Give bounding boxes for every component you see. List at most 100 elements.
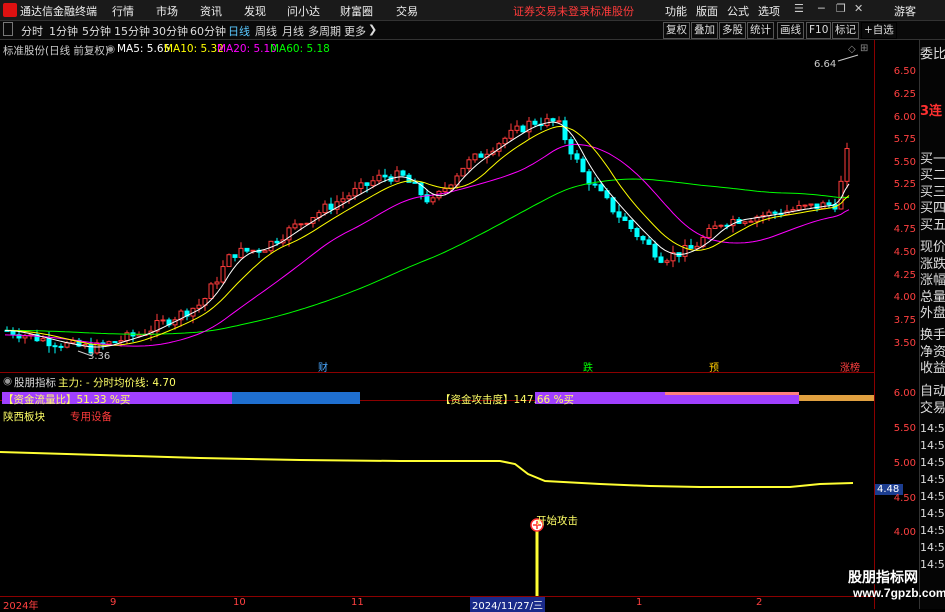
period-fenshi[interactable]: 分时 (21, 23, 43, 39)
menu-shichang[interactable]: 市场 (156, 3, 178, 19)
menu-caifuquan[interactable]: 财富圈 (340, 3, 373, 19)
chevron-right-icon[interactable]: ❯ (368, 23, 377, 36)
f10-button[interactable]: F10 (806, 22, 832, 39)
menu-banmian[interactable]: 版面 (696, 3, 718, 19)
menu-hangqing[interactable]: 行情 (112, 3, 134, 19)
period-day[interactable]: 日线 (228, 23, 250, 39)
candle-body (112, 341, 118, 344)
start-attack-label: 开始攻击 (536, 515, 578, 527)
period-15min[interactable]: 15分钟 (114, 23, 150, 39)
candle-body (214, 281, 220, 285)
candle-body (502, 137, 508, 145)
candle-body (40, 338, 46, 342)
axis-label: 4.50 (893, 493, 916, 504)
menu-jiaoyi[interactable]: 交易 (396, 3, 418, 19)
menu-xuanxiang[interactable]: 选项 (758, 3, 780, 19)
candle-body (820, 202, 826, 209)
candle-body (232, 254, 238, 258)
candle-body (46, 338, 52, 347)
candle-body (652, 243, 658, 258)
candle-body (664, 260, 670, 263)
candle-body (748, 220, 754, 223)
turnover-label: 换手 (920, 328, 945, 343)
period-week[interactable]: 周线 (255, 23, 277, 39)
time-label: 14:55 (920, 422, 945, 435)
date-label: 11 (351, 597, 364, 608)
divider (0, 372, 874, 373)
period-1min[interactable]: 1分钟 (49, 23, 78, 39)
candle-body (208, 283, 214, 300)
candle-body (718, 224, 724, 227)
candle-body (352, 187, 358, 197)
candle-body (580, 158, 586, 173)
menu-gongneng[interactable]: 功能 (665, 3, 687, 19)
candle-body (340, 198, 346, 203)
trade-label[interactable]: 交易 (920, 401, 945, 417)
candle-body (430, 197, 436, 203)
settings-icon[interactable]: ◉ (3, 375, 12, 387)
period-60min[interactable]: 60分钟 (190, 23, 226, 39)
candle-body (808, 203, 814, 206)
add-watchlist-button[interactable]: +自选 (861, 22, 897, 39)
menu-zixun[interactable]: 资讯 (200, 3, 222, 19)
candle-body (556, 120, 562, 123)
candle-body (262, 250, 268, 253)
restore-icon[interactable]: ❐ (836, 2, 846, 15)
candle-body (520, 125, 526, 133)
menu-wenxiaoda[interactable]: 问小达 (287, 3, 320, 19)
tongji-button[interactable]: 统计 (747, 22, 774, 39)
time-label: 14:55 (920, 439, 945, 452)
candle-body (382, 174, 388, 178)
candle-body (442, 188, 448, 192)
indicator-name: 股朋指标 (14, 377, 56, 389)
candle-body (562, 120, 568, 141)
menu-faxian[interactable]: 发现 (244, 3, 266, 19)
axis-label: 5.50 (893, 157, 916, 168)
period-more[interactable]: 更多 (344, 23, 366, 39)
period-5min[interactable]: 5分钟 (82, 23, 111, 39)
buy5-label: 买五 (920, 218, 945, 233)
candle-body (532, 120, 538, 125)
axis-label: 5.50 (893, 423, 916, 434)
period-month[interactable]: 月线 (282, 23, 304, 39)
axis-label: 5.00 (893, 202, 916, 213)
trade-login-notice[interactable]: 证券交易未登录 (513, 3, 590, 19)
biaoji-button[interactable]: 标记 (832, 22, 859, 39)
candle-body (508, 129, 514, 139)
indicator-panel[interactable]: 【资金流量比】51.33 %买 【资金攻击度】147.66 %买 陕西板块 专用… (0, 392, 874, 596)
fuquan-button[interactable]: 复权 (663, 22, 690, 39)
watermark-title: 股朋指标网 (848, 569, 918, 585)
period-multi[interactable]: 多周期 (308, 23, 341, 39)
kline-chart[interactable]: 标准股份(日线 前复权) ◉ MA5: 5.65 MA10: 5.32 MA20… (0, 40, 873, 374)
candle-body (460, 167, 466, 177)
candle-body (322, 203, 328, 214)
menu-icon[interactable]: ☰ (794, 2, 804, 15)
buy3-label: 买三 (920, 185, 945, 200)
candle-body (706, 228, 712, 238)
candle-body (196, 304, 202, 309)
candle-body (58, 345, 64, 348)
axis-label: 3.50 (893, 338, 916, 349)
auto-label[interactable]: 自动 (920, 384, 945, 400)
avg-price-line (0, 451, 854, 488)
menu-gongshi[interactable]: 公式 (727, 3, 749, 19)
close-icon[interactable]: ✕ (854, 2, 863, 15)
candle-body (394, 170, 400, 182)
huaxian-button[interactable]: 画线 (777, 22, 804, 39)
lianban-label: 3连 (920, 104, 943, 119)
candle-body (514, 125, 520, 131)
candle-body (472, 153, 478, 161)
date-label: 10 (233, 597, 246, 608)
axis-label: 4.00 (893, 292, 916, 303)
period-30min[interactable]: 30分钟 (152, 23, 188, 39)
duogu-button[interactable]: 多股 (719, 22, 746, 39)
diejia-button[interactable]: 叠加 (691, 22, 718, 39)
candle-body (802, 204, 808, 207)
time-label: 14:56 (920, 541, 945, 554)
guest-label[interactable]: 游客 (894, 3, 916, 19)
candle-body (610, 197, 616, 213)
candle-body (622, 216, 628, 222)
toggle-icon[interactable] (3, 22, 13, 36)
minimize-icon[interactable]: ─ (818, 2, 825, 15)
quote-panel[interactable]: 委比 3连 买一 买二 买三 买四 买五 现价 涨跌 涨幅 总量 外盘 换手 净… (919, 40, 945, 609)
